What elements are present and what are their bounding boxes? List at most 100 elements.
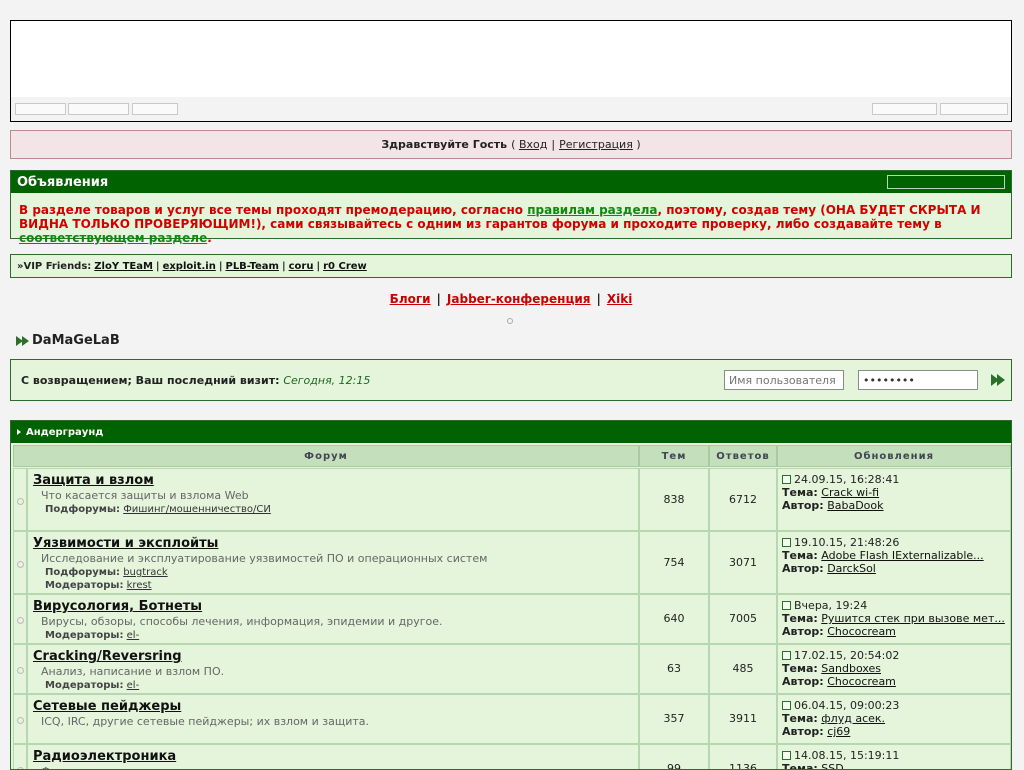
relevant-section-link[interactable]: соответствующем разделе bbox=[19, 231, 207, 245]
moderator-link[interactable]: el- bbox=[127, 680, 140, 691]
forum-status-cell bbox=[13, 644, 27, 694]
forum-description: Вирусы, обзоры, способы лечения, информа… bbox=[41, 615, 443, 628]
forum-title-link[interactable]: Уязвимости и эксплойты bbox=[33, 536, 218, 551]
author-label: Автор: bbox=[782, 675, 824, 688]
last-topic-link[interactable]: Adobe Flash IExternalizable... bbox=[821, 549, 983, 562]
announcements-panel: Объявления В разделе товаров и услуг все… bbox=[10, 170, 1012, 245]
topics-count: 838 bbox=[663, 492, 685, 506]
last-topic-link[interactable]: Рушится стек при вызове мет... bbox=[821, 612, 1005, 625]
username-input[interactable] bbox=[724, 370, 844, 390]
forum-title-link[interactable]: Защита и взлом bbox=[33, 473, 154, 488]
last-topic-link[interactable]: Crack wi-fi bbox=[821, 486, 879, 499]
greeting-paren-open: ( bbox=[511, 138, 516, 151]
forum-title-link[interactable]: Сетевые пейджеры bbox=[33, 699, 181, 714]
replies-count-cell: 3911 bbox=[709, 694, 777, 744]
announcements-collapse-button[interactable] bbox=[887, 175, 1005, 189]
forum-title-link[interactable]: Радиоэлектроника bbox=[33, 749, 176, 764]
nav-button-5[interactable] bbox=[940, 103, 1008, 115]
last-post-icon[interactable] bbox=[782, 701, 791, 710]
forum-title-link[interactable]: Cracking/Reversring bbox=[33, 649, 182, 664]
topic-label: Тема: bbox=[782, 712, 818, 725]
login-bar: С возвращением; Ваш последний визит: Сег… bbox=[10, 359, 1012, 401]
last-author-link[interactable]: BabaDook bbox=[827, 499, 883, 512]
login-submit-arrow-icon[interactable] bbox=[991, 374, 1005, 386]
last-post-icon[interactable] bbox=[782, 538, 791, 547]
last-topic-link[interactable]: Sandboxes bbox=[821, 662, 881, 675]
nav-button-3[interactable] bbox=[132, 103, 178, 115]
replies-count: 1136 bbox=[729, 762, 757, 770]
welcome-back-text: С возвращением; Ваш последний визит: Сег… bbox=[21, 374, 370, 387]
moderators-line: Модераторы: el- bbox=[45, 630, 633, 641]
last-post-icon[interactable] bbox=[782, 751, 791, 760]
subforums-line: Подфорумы: bugtrack bbox=[45, 567, 633, 578]
subforum-link[interactable]: bugtrack bbox=[123, 567, 167, 578]
last-update-date: 14.08.15, 15:19:11 bbox=[794, 749, 900, 762]
nav-button-1[interactable] bbox=[15, 103, 66, 115]
vip-link-coru[interactable]: coru bbox=[289, 261, 314, 272]
author-label: Автор: bbox=[782, 562, 824, 575]
moderators-label: Модераторы: bbox=[45, 680, 124, 691]
subforum-link[interactable]: Фишинг/мошенничество/СИ bbox=[123, 504, 271, 515]
category-title: Андерграунд bbox=[26, 426, 104, 438]
announcements-body: В разделе товаров и услуг все темы прохо… bbox=[11, 193, 1011, 245]
forum-name-cell: Уязвимости и эксплойты Исследование и экс… bbox=[27, 531, 639, 594]
forum-status-icon bbox=[17, 667, 24, 674]
nav-button-4[interactable] bbox=[872, 103, 937, 115]
last-update-cell: Вчера, 19:24 Тема: Рушится стек при вызов… bbox=[777, 594, 1011, 644]
forum-status-cell bbox=[13, 468, 27, 531]
vip-link-plb-team[interactable]: PLB-Team bbox=[225, 261, 278, 272]
last-author-link[interactable]: DarckSol bbox=[827, 562, 876, 575]
forum-description: Что касается защиты и взлома Web bbox=[41, 489, 249, 502]
forum-row: Защита и взлом Что касается защиты и взло… bbox=[11, 468, 1011, 531]
blogs-link[interactable]: Блоги bbox=[390, 292, 431, 306]
last-author-link[interactable]: Chococream bbox=[827, 675, 896, 688]
forum-description: ICQ, IRC, другие сетевые пейджеры; их вз… bbox=[41, 715, 369, 728]
replies-count: 6712 bbox=[729, 492, 757, 506]
forum-title-link[interactable]: Вирусология, Ботнеты bbox=[33, 599, 202, 614]
xiki-link[interactable]: Xiki bbox=[607, 292, 632, 306]
banner-nav-strip bbox=[11, 97, 1011, 121]
vip-friends-bar: »VIP Friends: ZloY TEaM | exploit.in | PLB… bbox=[10, 254, 1012, 278]
section-rules-link[interactable]: правилам раздела bbox=[527, 203, 657, 217]
topics-count-cell: 357 bbox=[639, 694, 709, 744]
forum-row: Вирусология, Ботнеты Вирусы, обзоры, спос… bbox=[11, 594, 1011, 644]
login-link[interactable]: Вход bbox=[519, 138, 547, 151]
author-label: Автор: bbox=[782, 499, 824, 512]
welcome-back-label: С возвращением; Ваш последний визит: bbox=[21, 374, 280, 387]
category-header[interactable]: Андерграунд bbox=[11, 421, 1011, 443]
vip-link-r0-crew[interactable]: r0 Crew bbox=[323, 261, 367, 272]
greeting-separator: | bbox=[551, 138, 556, 151]
register-link[interactable]: Регистрация bbox=[559, 138, 633, 151]
replies-count-cell: 1136 bbox=[709, 744, 777, 770]
greeting-text: Здравствуйте Гость bbox=[381, 138, 508, 151]
nav-button-2[interactable] bbox=[68, 103, 129, 115]
separator-dot-icon bbox=[507, 318, 513, 324]
author-label: Автор: bbox=[782, 725, 824, 738]
vip-link-zloy-team[interactable]: ZloY TEaM bbox=[94, 261, 153, 272]
moderator-link[interactable]: krest bbox=[127, 580, 152, 591]
announcements-header: Объявления bbox=[11, 171, 1011, 193]
last-topic-link[interactable]: флуд асек. bbox=[821, 712, 885, 725]
last-topic-link[interactable]: SSD bbox=[821, 762, 843, 769]
moderator-link[interactable]: el- bbox=[127, 630, 140, 641]
last-author-link[interactable]: Chococream bbox=[827, 625, 896, 638]
moderators-line: Модераторы: el- bbox=[45, 680, 633, 691]
vip-link-exploit-in[interactable]: exploit.in bbox=[163, 261, 216, 272]
password-input[interactable] bbox=[858, 370, 978, 390]
replies-count-cell: 6712 bbox=[709, 468, 777, 531]
column-header-updates: Обновления bbox=[777, 445, 1011, 467]
forum-name-cell: Сетевые пейджеры ICQ, IRC, другие сетевые… bbox=[27, 694, 639, 744]
last-visit-value: Сегодня, 12:15 bbox=[283, 374, 371, 387]
last-post-icon[interactable] bbox=[782, 651, 791, 660]
last-post-icon[interactable] bbox=[782, 475, 791, 484]
replies-count-cell: 7005 bbox=[709, 594, 777, 644]
topics-count: 357 bbox=[663, 712, 685, 725]
topic-label: Тема: bbox=[782, 612, 818, 625]
author-label: Автор: bbox=[782, 625, 824, 638]
last-post-icon[interactable] bbox=[782, 601, 791, 610]
last-update-date: 19.10.15, 21:48:26 bbox=[794, 536, 900, 549]
last-author-link[interactable]: cj69 bbox=[827, 725, 850, 738]
forum-row: РадиоэлектроникаФишинг, мошенничество и … bbox=[11, 744, 1011, 770]
breadcrumb-title: DaMaGeLaB bbox=[32, 333, 120, 348]
jabber-link[interactable]: Jabber-конференция bbox=[447, 292, 591, 306]
